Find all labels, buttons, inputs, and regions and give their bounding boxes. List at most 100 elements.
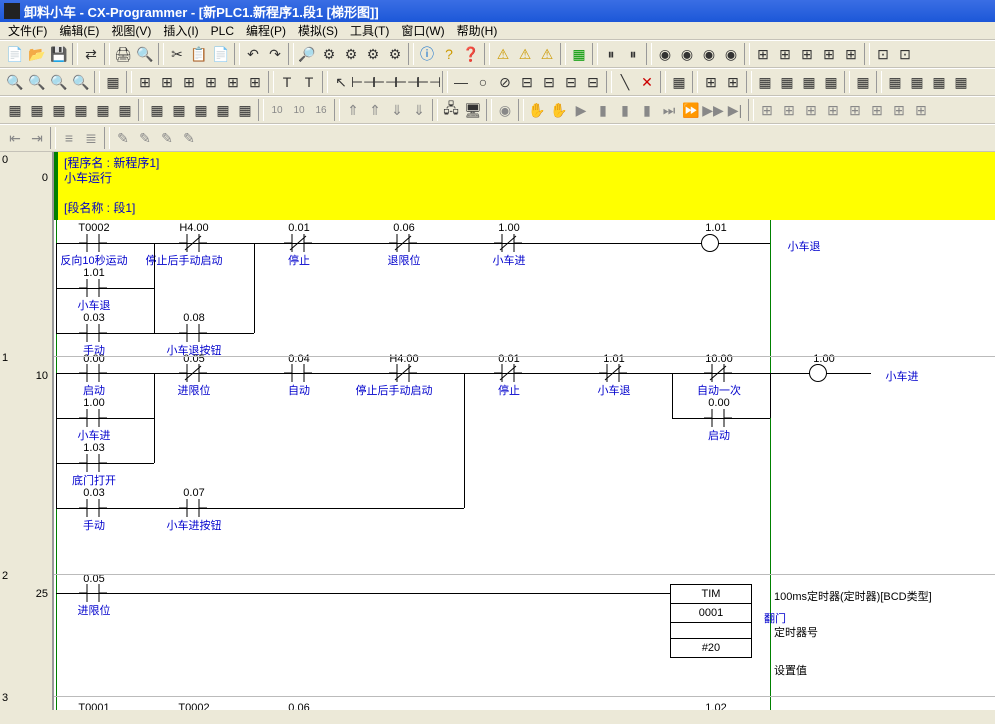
grid-icon[interactable]: ▦ — [102, 71, 124, 93]
mem-icon[interactable]: ⊞ — [700, 71, 722, 93]
undo-icon[interactable]: ↶ — [242, 43, 264, 65]
view-icon[interactable]: ⊞ — [200, 71, 222, 93]
num-icon[interactable]: 10 — [288, 99, 310, 121]
zoom-icon[interactable]: 🔍 — [70, 71, 92, 93]
bar-icon[interactable]: ▮ — [636, 99, 658, 121]
pause-icon[interactable]: ⏸ — [600, 43, 622, 65]
menu-view[interactable]: 视图(V) — [111, 22, 151, 39]
func-icon[interactable]: ⊟ — [538, 71, 560, 93]
view-icon[interactable]: ▦ — [234, 99, 256, 121]
menu-file[interactable]: 文件(F) — [8, 22, 47, 39]
brush-icon[interactable]: ✎ — [134, 127, 156, 149]
rail-icon[interactable]: ⊞ — [796, 43, 818, 65]
view-icon[interactable]: ▦ — [906, 71, 928, 93]
ladder-area[interactable]: T0002 反向10秒运动 H4.00 停止后手动启动 0.01 停止 0.06… — [54, 220, 995, 710]
block-icon[interactable]: ▦ — [668, 71, 690, 93]
view-icon[interactable]: ▦ — [928, 71, 950, 93]
contact-icon[interactable]: ⊢⊣ — [396, 71, 418, 93]
text-icon[interactable]: T — [298, 71, 320, 93]
menu-plc[interactable]: PLC — [211, 24, 234, 38]
output-coil[interactable] — [701, 234, 719, 252]
x-icon[interactable]: ⊞ — [910, 99, 932, 121]
node-icon[interactable]: ◉ — [698, 43, 720, 65]
menu-simulate[interactable]: 模拟(S) — [298, 22, 338, 39]
view-icon[interactable]: ▦ — [4, 99, 26, 121]
zoom-out-icon[interactable]: 🔍 — [26, 71, 48, 93]
contact-addr[interactable]: 0.01 — [269, 222, 329, 234]
menu-tools[interactable]: 工具(T) — [350, 22, 389, 39]
tool-icon[interactable]: ⚙ — [362, 43, 384, 65]
view-icon[interactable]: ⊞ — [178, 71, 200, 93]
view-icon[interactable]: ▦ — [190, 99, 212, 121]
view-icon[interactable]: ▦ — [798, 71, 820, 93]
view-icon[interactable]: ▦ — [114, 99, 136, 121]
text-icon[interactable]: T — [276, 71, 298, 93]
node-icon[interactable]: ◉ — [654, 43, 676, 65]
contact-addr[interactable]: 0.06 — [374, 222, 434, 234]
view-icon[interactable]: ⊞ — [222, 71, 244, 93]
fwd-icon[interactable]: ▶| — [724, 99, 746, 121]
align-icon[interactable]: ≡ — [58, 127, 80, 149]
cut-icon[interactable]: ✂ — [166, 43, 188, 65]
mem-icon[interactable]: ⊞ — [722, 71, 744, 93]
save-file-icon[interactable]: 💾 — [48, 43, 70, 65]
x-icon[interactable]: ⊞ — [844, 99, 866, 121]
coil-nc-icon[interactable]: ⊘ — [494, 71, 516, 93]
bar-icon[interactable]: ▮ — [614, 99, 636, 121]
node-icon[interactable]: ◉ — [720, 43, 742, 65]
delete-icon[interactable]: ✕ — [636, 71, 658, 93]
contact-addr[interactable]: 0.00 — [689, 397, 749, 409]
menu-edit[interactable]: 编辑(E) — [59, 22, 99, 39]
zoom-in-icon[interactable]: 🔍 — [4, 71, 26, 93]
contact-nc-icon[interactable]: ⊢⊣ — [374, 71, 396, 93]
contact-addr[interactable]: T0001 — [64, 702, 124, 710]
num-icon[interactable]: 16 — [310, 99, 332, 121]
compare-icon[interactable]: ⇄ — [80, 43, 102, 65]
tool-icon[interactable]: ⚙ — [384, 43, 406, 65]
view-icon[interactable]: ▦ — [776, 71, 798, 93]
x-icon[interactable]: ⊞ — [866, 99, 888, 121]
view-icon[interactable]: ▦ — [92, 99, 114, 121]
rail-icon[interactable]: ⊞ — [818, 43, 840, 65]
hand-icon[interactable]: ✋ — [548, 99, 570, 121]
cursor-icon[interactable]: ↖ — [330, 71, 352, 93]
menu-program[interactable]: 编程(P) — [246, 22, 286, 39]
x-icon[interactable]: ⊞ — [756, 99, 778, 121]
contact-icon[interactable]: ⊢⊣ — [418, 71, 440, 93]
view-icon[interactable]: ▦ — [852, 71, 874, 93]
arrow-icon[interactable]: ⇑ — [342, 99, 364, 121]
contact-addr[interactable]: H4.00 — [164, 222, 224, 234]
view-icon[interactable]: ⊞ — [156, 71, 178, 93]
contact-addr[interactable]: 1.01 — [64, 267, 124, 279]
rail-icon[interactable]: ⊞ — [774, 43, 796, 65]
pause-icon[interactable]: ⏸ — [622, 43, 644, 65]
view-icon[interactable]: ▦ — [754, 71, 776, 93]
print-icon[interactable]: 🖨 — [112, 43, 134, 65]
open-file-icon[interactable]: 📂 — [26, 43, 48, 65]
contact-addr[interactable]: T0002 — [64, 222, 124, 234]
info-icon[interactable]: ⓘ — [416, 43, 438, 65]
x-icon[interactable]: ⊞ — [778, 99, 800, 121]
fwd-icon[interactable]: ▶▶ — [702, 99, 724, 121]
view-icon[interactable]: ▦ — [48, 99, 70, 121]
copy-icon[interactable]: 📋 — [188, 43, 210, 65]
help-icon[interactable]: ? — [438, 43, 460, 65]
view-icon[interactable]: ▦ — [212, 99, 234, 121]
x-icon[interactable]: ⊞ — [800, 99, 822, 121]
menu-help[interactable]: 帮助(H) — [457, 22, 498, 39]
menu-window[interactable]: 窗口(W) — [401, 22, 444, 39]
view-icon[interactable]: ⊞ — [244, 71, 266, 93]
contact-addr[interactable]: 0.01 — [479, 353, 539, 365]
hand-icon[interactable]: ✋ — [526, 99, 548, 121]
x-icon[interactable]: ⊞ — [888, 99, 910, 121]
rail-icon[interactable]: ⊞ — [752, 43, 774, 65]
online-icon[interactable]: 🖧 — [440, 99, 462, 121]
contact-addr[interactable]: 0.08 — [164, 312, 224, 324]
arrow-icon[interactable]: ⇑ — [364, 99, 386, 121]
paste-icon[interactable]: 📄 — [210, 43, 232, 65]
view-icon[interactable]: ▦ — [950, 71, 972, 93]
contact-addr[interactable]: 1.03 — [64, 442, 124, 454]
contact-addr[interactable]: 0.03 — [64, 487, 124, 499]
contact-no-icon[interactable]: ⊢⊣ — [352, 71, 374, 93]
contact-addr[interactable]: 0.05 — [164, 353, 224, 365]
